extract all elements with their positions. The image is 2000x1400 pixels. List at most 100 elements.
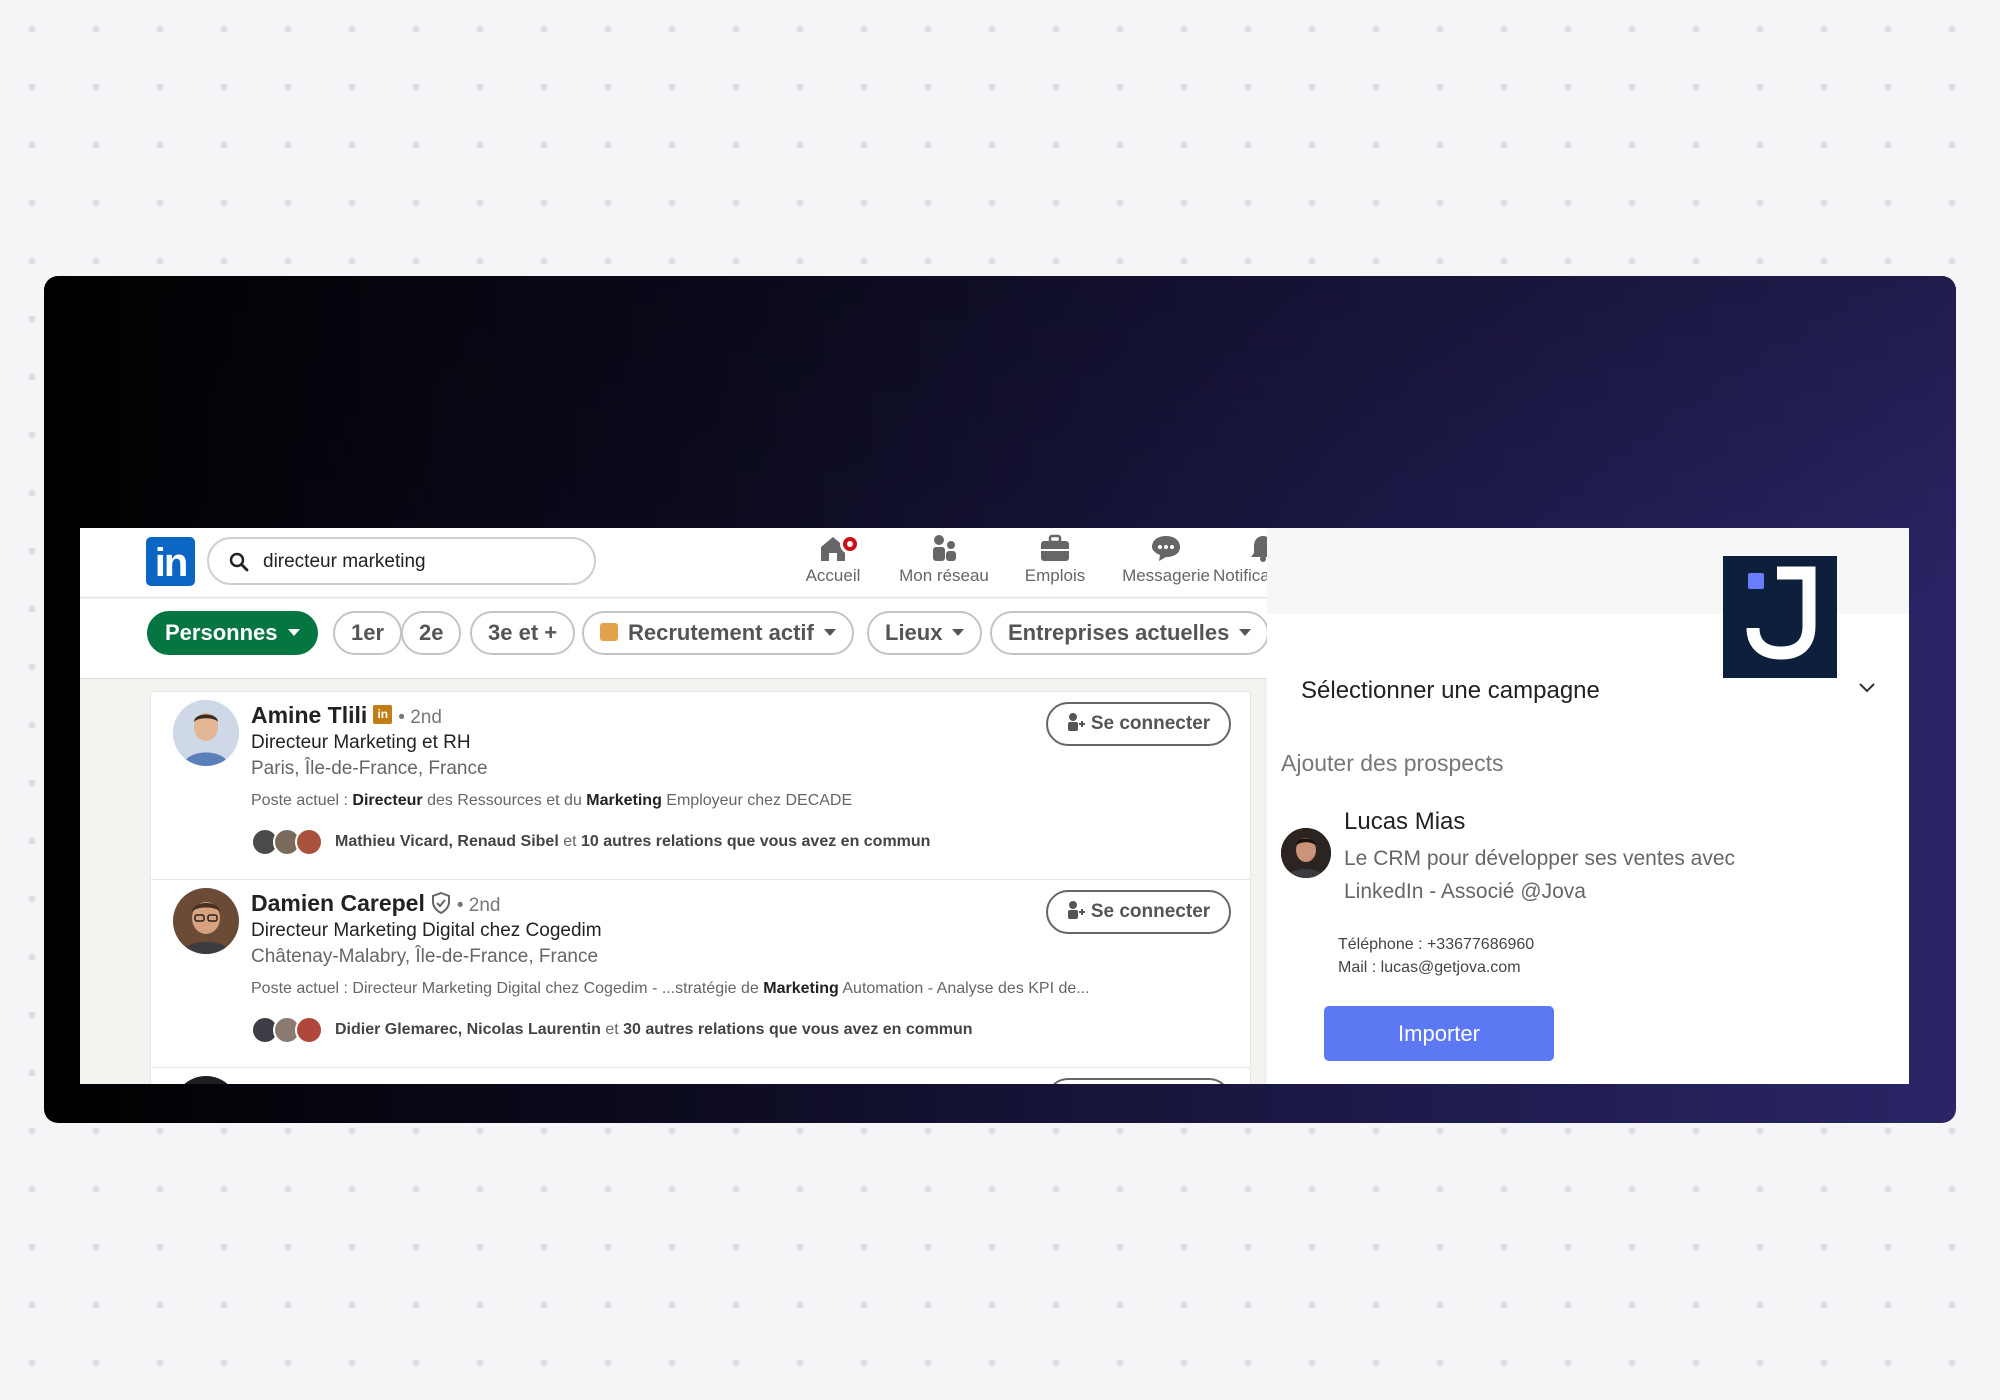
caret-down-icon [1239,628,1252,636]
jova-j-icon [1746,566,1816,660]
filter-1er[interactable]: 1er [333,611,403,655]
mutual-joiner: et [558,833,581,850]
nav-messagerie-label: Messagerie [1122,566,1210,585]
mutual-text: Didier Glemarec, Nicolas Laurentin et 30… [335,1021,973,1039]
mutual-joiner: et [600,1021,624,1038]
profile-headline: Directeur Marketing et RH [251,732,471,753]
search-icon [229,552,249,572]
filter-2e-label: 2e [419,620,444,645]
filter-lieux-label: Lieux [885,620,943,645]
profile-headline: Directeur Marketing Digital chez Cogedim [251,920,602,941]
avatar[interactable] [173,700,239,766]
recruiting-icon [600,623,618,642]
profile-location: Châtenay-Malabry, Île-de-France, France [251,946,599,967]
filter-1er-label: 1er [351,620,385,645]
profile-name-text: Amine Tlili [251,702,368,728]
filter-3e-plus-label: 3e et + [488,620,558,645]
jova-logo [1723,556,1837,678]
connection-degree: • 2nd [398,707,442,728]
add-prospects-label: Ajouter des prospects [1281,750,1504,776]
result-card[interactable]: Amine Tlili in • 2nd Directeur Marketing e… [151,692,1250,880]
result-card[interactable] [151,1068,1250,1084]
nav-notifications[interactable]: Notifications [1203,534,1267,594]
mutual-names: Mathieu Vicard, Renaud Sibel [335,833,559,850]
lead-name: Lucas Mias [1344,808,1466,835]
profile-name-text: Damien Carepel [251,890,425,916]
linkedin-page: in Accueil [80,528,1267,1084]
filter-entreprises-label: Entreprises actuelles [1008,620,1230,645]
connect-button[interactable]: Se connecter [1046,890,1231,934]
lead-mail: Mail : lucas@getjova.com [1338,959,1521,976]
connect-button[interactable]: Se connecter [1046,702,1231,746]
nav-accueil-label: Accueil [805,566,861,585]
caret-down-icon [823,628,836,636]
filter-recrutement-label: Recrutement actif [628,620,814,645]
bell-icon [1251,536,1267,562]
nav-mon-reseau-label: Mon réseau [899,566,989,585]
lead-description: Le CRM pour développer ses ventes avec L… [1344,847,1736,903]
nav-emplois-label: Emplois [1024,566,1086,585]
poste-prefix: Poste actuel : Directeur Marketing Digit… [251,980,764,997]
campaign-select[interactable]: Sélectionner une campagne [1301,677,1600,705]
mutual-avatars [251,826,331,858]
filter-personnes-label: Personnes [165,620,278,645]
profile-location: Paris, Île-de-France, France [251,758,488,779]
poste-mid: Automation - Analyse des KPI de... [838,980,1090,997]
nav-emplois[interactable]: Emplois [1000,534,1110,594]
avatar [295,828,323,856]
profile-name[interactable]: Amine Tlili in • 2nd [251,702,442,729]
verified-shield-icon [431,891,450,914]
filter-lieux[interactable]: Lieux [867,611,983,655]
linkedin-logo[interactable]: in [146,537,195,586]
add-person-icon [1067,712,1085,731]
notification-dot-icon [840,534,860,554]
nav-accueil[interactable]: Accueil [778,534,888,594]
app-screenshot: in Accueil [80,528,1909,1084]
poste-mid: des Ressources et du [422,792,587,809]
search-box[interactable] [207,537,596,585]
connect-button[interactable] [1046,1078,1231,1084]
mutual-text: Mathieu Vicard, Renaud Sibel et 10 autre… [335,833,930,851]
poste-suffix: Employeur chez DECADE [661,792,853,809]
filter-recrutement-actif[interactable]: Recrutement actif [582,611,854,655]
poste-highlight: Marketing [763,980,839,997]
nav-notifications-label: Notifications [1213,566,1267,585]
filter-entreprises-actuelles[interactable]: Entreprises actuelles [990,611,1267,655]
avatar [1281,828,1331,878]
nav-mon-reseau[interactable]: Mon réseau [889,534,999,594]
network-icon [933,535,956,561]
add-person-icon [1067,900,1085,919]
briefcase-icon [1041,534,1069,561]
connection-degree: • 2nd [456,895,501,916]
linkedin-navbar: in Accueil [80,528,1267,598]
import-button[interactable]: Importer [1324,1006,1554,1061]
search-input[interactable] [263,549,583,575]
lead-phone: Téléphone : +33677686960 [1338,936,1535,953]
filter-2e[interactable]: 2e [401,611,462,655]
poste-highlight: Directeur [352,792,423,809]
connect-label: Se connecter [1090,713,1211,734]
avatar[interactable] [173,1076,239,1084]
jova-extension-panel: Sélectionner une campagne Ajouter des pr… [1267,528,1909,1084]
messaging-icon [1152,536,1180,561]
avatar [295,1016,323,1044]
linkedin-premium-icon: in [373,705,393,725]
profile-name[interactable]: Damien Carepel • 2nd [251,890,501,917]
chevron-down-icon[interactable] [1857,680,1877,694]
current-position: Poste actuel : Directeur Marketing Digit… [251,980,1090,998]
showcase-frame: in Accueil [44,276,1956,1123]
mutual-count: 30 autres relations que vous avez en com… [623,1021,973,1038]
filter-personnes[interactable]: Personnes [147,611,318,655]
search-filters-bar: Personnes 1er 2e 3e et + Recrutement act… [80,599,1267,679]
mutual-names: Didier Glemarec, Nicolas Laurentin [335,1021,601,1038]
search-results-list: Amine Tlili in • 2nd Directeur Marketing e… [150,691,1251,1084]
caret-down-icon [287,628,300,636]
poste-highlight: Marketing [586,792,662,809]
caret-down-icon [952,628,965,636]
result-card[interactable]: Damien Carepel • 2nd Directeur Marketing… [151,880,1250,1068]
filter-3e-plus[interactable]: 3e et + [470,611,576,655]
mutual-count: 10 autres relations que vous avez en com… [581,833,931,850]
mutual-avatars [251,1014,331,1046]
connect-label: Se connecter [1090,901,1211,922]
avatar[interactable] [173,888,239,954]
